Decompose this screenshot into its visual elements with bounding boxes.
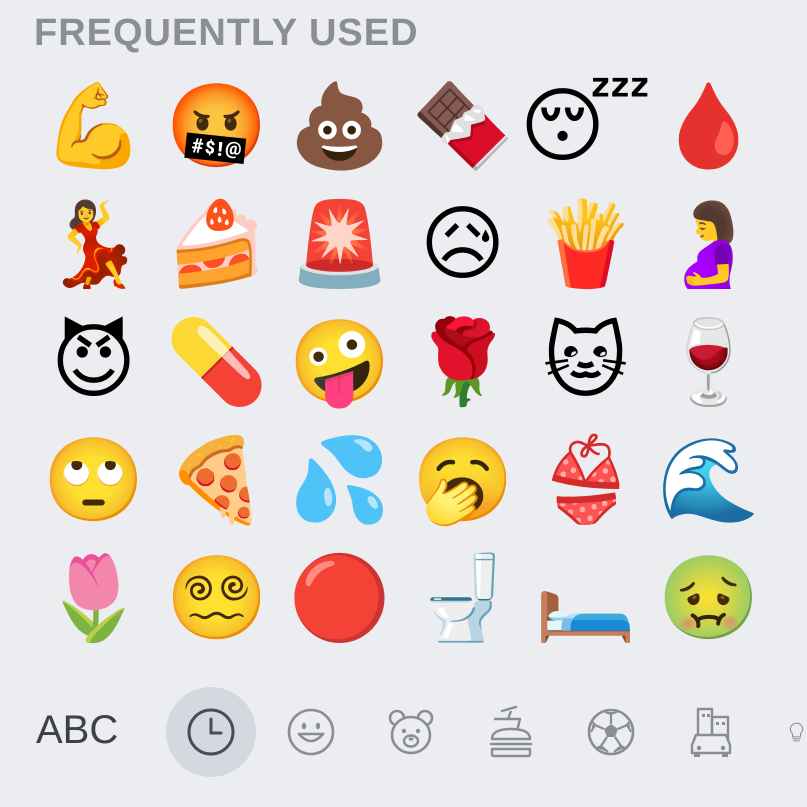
emoji-key[interactable]: 🔴 xyxy=(278,540,401,658)
emoji-key[interactable]: 🚨 xyxy=(278,186,401,304)
category-bar: ABC xyxy=(0,687,807,777)
emoji-grid: 💪 🤬 💩 🍫 😴 🩸 💃 🍰 🚨 😥 🍟 🤰 😈 💊 🤪 🌹 🐱 🍷 🙄 🍕 … xyxy=(32,68,792,658)
emoji-key[interactable]: 🍟 xyxy=(524,186,647,304)
emoji-key[interactable]: 🍕 xyxy=(155,422,278,540)
emoji-key[interactable]: 🍰 xyxy=(155,186,278,304)
emoji-key[interactable]: 👙 xyxy=(524,422,647,540)
emoji-key[interactable]: 🌷 xyxy=(32,540,155,658)
emoji-keyboard: FREQUENTLY USED 💪 🤬 💩 🍫 😴 🩸 💃 🍰 🚨 😥 🍟 🤰 … xyxy=(0,0,807,807)
emoji-key[interactable]: 🚽 xyxy=(401,540,524,658)
city-car-icon xyxy=(690,707,732,757)
emoji-key[interactable]: 😵‍💫 xyxy=(155,540,278,658)
emoji-key[interactable]: 🩸 xyxy=(647,68,770,186)
emoji-key[interactable]: 💦 xyxy=(278,422,401,540)
clock-icon xyxy=(187,708,235,756)
abc-keyboard-button[interactable]: ABC xyxy=(36,705,118,755)
burger-icon xyxy=(489,705,533,758)
emoji-key[interactable]: 🍷 xyxy=(647,304,770,422)
bear-icon xyxy=(388,709,434,755)
category-objects-button[interactable] xyxy=(766,687,807,777)
lightbulb-icon xyxy=(789,722,804,742)
emoji-key[interactable]: 💩 xyxy=(278,68,401,186)
emoji-key[interactable]: 🌹 xyxy=(401,304,524,422)
category-activity-button[interactable] xyxy=(566,687,656,777)
emoji-key[interactable]: 💪 xyxy=(32,68,155,186)
emoji-key[interactable]: 😥 xyxy=(401,186,524,304)
emoji-key[interactable]: 🌊 xyxy=(647,422,770,540)
emoji-key[interactable]: 🥱 xyxy=(401,422,524,540)
section-title: FREQUENTLY USED xyxy=(34,12,419,54)
emoji-key[interactable]: 🤪 xyxy=(278,304,401,422)
emoji-key[interactable]: 💃 xyxy=(32,186,155,304)
emoji-key[interactable]: 😈 xyxy=(32,304,155,422)
emoji-key[interactable]: 🤬 xyxy=(155,68,278,186)
emoji-key[interactable]: 💊 xyxy=(155,304,278,422)
category-food-button[interactable] xyxy=(466,687,556,777)
emoji-key[interactable]: 😴 xyxy=(520,68,652,186)
category-smileys-button[interactable] xyxy=(266,687,356,777)
emoji-key[interactable]: 🤰 xyxy=(647,186,770,304)
emoji-key[interactable]: 🙄 xyxy=(32,422,155,540)
emoji-key[interactable]: 🛏️ xyxy=(524,540,647,658)
emoji-key[interactable]: 🤢 xyxy=(647,540,770,658)
emoji-key[interactable]: 🍫 xyxy=(401,68,524,186)
soccer-ball-icon xyxy=(587,708,635,756)
smiley-icon xyxy=(287,708,335,756)
category-animals-button[interactable] xyxy=(366,687,456,777)
category-travel-button[interactable] xyxy=(666,687,756,777)
emoji-key[interactable]: 🐱 xyxy=(524,304,647,422)
category-recent-button[interactable] xyxy=(166,687,256,777)
